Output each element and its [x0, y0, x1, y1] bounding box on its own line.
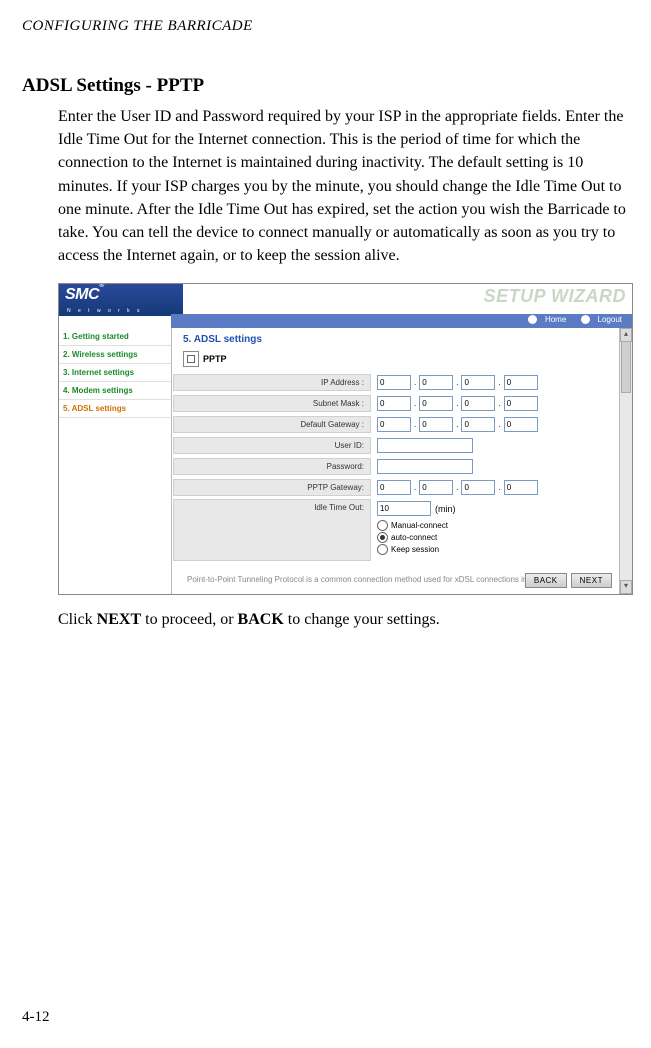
below-screenshot-text: Click NEXT to proceed, or BACK to change…	[0, 605, 651, 629]
idle-timeout-label: Idle Time Out:	[173, 499, 371, 561]
smc-logo: SMC® N e t w o r k s	[59, 284, 183, 316]
home-bar: Home Logout	[171, 314, 632, 329]
gw-octet-3[interactable]	[461, 417, 495, 432]
running-header: CONFIGURING THE BARRICADE	[0, 0, 651, 35]
password-label: Password:	[173, 458, 371, 475]
next-button[interactable]: NEXT	[571, 573, 612, 588]
scroll-up-icon[interactable]: ▴	[620, 328, 632, 342]
scroll-thumb[interactable]	[621, 341, 631, 393]
pptp-header: PPTP	[173, 347, 632, 373]
radio-manual-label: Manual-connect	[391, 521, 448, 530]
radio-auto-connect[interactable]	[377, 532, 388, 543]
wizard-title: SETUP WIZARD	[484, 286, 626, 307]
gw-octet-2[interactable]	[419, 417, 453, 432]
logout-link[interactable]: Logout	[575, 315, 622, 324]
radio-keep-session[interactable]	[377, 544, 388, 555]
panel-title: 5. ADSL settings	[173, 328, 632, 347]
section-title: ADSL Settings - PPTP	[0, 35, 651, 105]
radio-auto-label: auto-connect	[391, 533, 437, 542]
sidebar-item-adsl[interactable]: 5. ADSL settings	[59, 400, 171, 418]
mask-octet-2[interactable]	[419, 396, 453, 411]
router-screenshot: SMC® N e t w o r k s SETUP WIZARD Home L…	[58, 283, 633, 595]
ip-octet-1[interactable]	[377, 375, 411, 390]
logout-icon	[581, 315, 590, 324]
pptp-gw-octet-4[interactable]	[504, 480, 538, 495]
ip-address-label: IP Address :	[173, 374, 371, 391]
pptp-gw-octet-3[interactable]	[461, 480, 495, 495]
radio-keep-label: Keep session	[391, 545, 439, 554]
subnet-mask-label: Subnet Mask :	[173, 395, 371, 412]
screenshot-topbar: SMC® N e t w o r k s SETUP WIZARD	[59, 284, 632, 314]
ip-octet-3[interactable]	[461, 375, 495, 390]
gw-octet-4[interactable]	[504, 417, 538, 432]
wizard-sidebar: 1. Getting started 2. Wireless settings …	[59, 328, 172, 594]
mask-octet-3[interactable]	[461, 396, 495, 411]
back-button[interactable]: BACK	[525, 573, 567, 588]
scrollbar[interactable]: ▴ ▾	[619, 328, 632, 594]
default-gateway-label: Default Gateway :	[173, 416, 371, 433]
pptp-gw-octet-1[interactable]	[377, 480, 411, 495]
radio-manual-connect[interactable]	[377, 520, 388, 531]
user-id-label: User ID:	[173, 437, 371, 454]
sidebar-item-wireless[interactable]: 2. Wireless settings	[59, 346, 171, 364]
scroll-down-icon[interactable]: ▾	[620, 580, 632, 594]
sidebar-item-internet[interactable]: 3. Internet settings	[59, 364, 171, 382]
home-icon	[528, 315, 537, 324]
sidebar-item-getting-started[interactable]: 1. Getting started	[59, 328, 171, 346]
adsl-form: IP Address : . . . Subnet Mask : . . .	[173, 373, 632, 561]
pptp-gw-octet-2[interactable]	[419, 480, 453, 495]
mask-octet-1[interactable]	[377, 396, 411, 411]
user-id-input[interactable]	[377, 438, 473, 453]
idle-unit-label: (min)	[435, 504, 456, 514]
home-link[interactable]: Home	[522, 315, 566, 324]
sidebar-item-modem[interactable]: 4. Modem settings	[59, 382, 171, 400]
pptp-gateway-label: PPTP Gateway:	[173, 479, 371, 496]
ip-octet-4[interactable]	[504, 375, 538, 390]
gw-octet-1[interactable]	[377, 417, 411, 432]
idle-timeout-input[interactable]	[377, 501, 431, 516]
mask-octet-4[interactable]	[504, 396, 538, 411]
main-panel: 5. ADSL settings PPTP IP Address : . . .	[172, 328, 632, 594]
pptp-icon	[183, 351, 199, 367]
ip-octet-2[interactable]	[419, 375, 453, 390]
page-number: 4-12	[22, 1009, 50, 1026]
password-input[interactable]	[377, 459, 473, 474]
intro-paragraph: Enter the User ID and Password required …	[0, 105, 651, 267]
